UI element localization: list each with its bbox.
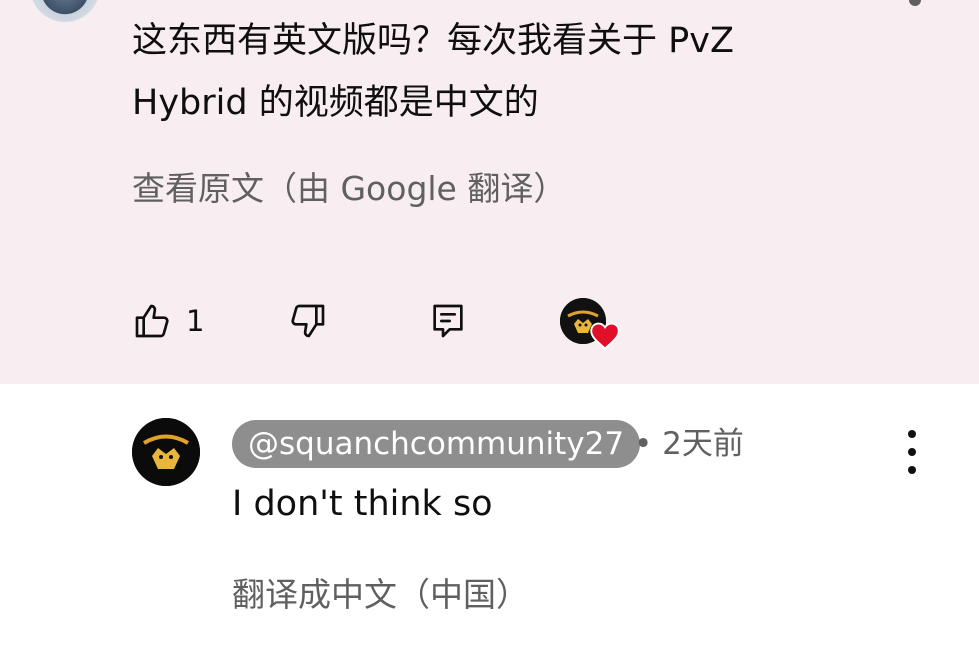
see-original-link[interactable]: 查看原文（由 Google 翻译）: [132, 160, 566, 218]
comment-text: 这东西有英文版吗？每次我看关于 PvZ Hybrid 的视频都是中文的: [132, 21, 734, 123]
commenter-avatar[interactable]: [30, 0, 100, 22]
thumbs-up-icon: [132, 301, 172, 341]
comment-card: 这东西有英文版吗？每次我看关于 PvZ Hybrid 的视频都是中文的 查看原文…: [0, 0, 979, 384]
reply-author-handle[interactable]: @squanchcommunity27: [232, 420, 641, 468]
reply-author-avatar[interactable]: [132, 418, 200, 486]
like-button[interactable]: 1: [132, 293, 204, 349]
comment-menu-button[interactable]: [909, 0, 921, 6]
like-count: 1: [186, 304, 205, 338]
comment-action-bar: 1: [132, 293, 752, 350]
dislike-button[interactable]: [288, 293, 328, 349]
meta-separator: •: [634, 426, 653, 462]
creator-heart-badge: [560, 293, 620, 350]
translate-link[interactable]: 翻译成中文（中国）: [232, 566, 529, 624]
creator-avatar: [560, 298, 620, 350]
reply-text: I don't think so: [232, 484, 493, 524]
reply-timestamp: 2天前: [662, 426, 744, 462]
reply-button[interactable]: [428, 293, 468, 349]
reply-meta: • 2天前: [634, 420, 744, 468]
heart-icon: [590, 322, 620, 350]
comment-reply-icon: [428, 301, 468, 341]
more-vertical-icon[interactable]: [896, 430, 928, 474]
thumbs-down-icon: [288, 301, 328, 341]
